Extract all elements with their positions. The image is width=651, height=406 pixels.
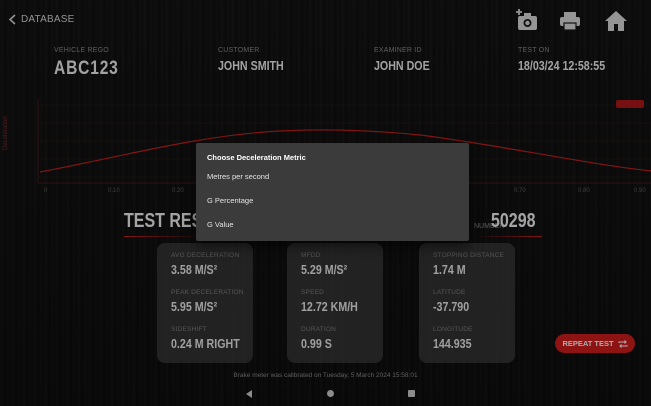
choose-metric-dialog: Choose Deceleration Metric Metres per se…: [196, 143, 469, 241]
option-g-percentage[interactable]: G Percentage: [207, 196, 469, 220]
dialog-title: Choose Deceleration Metric: [207, 153, 306, 162]
option-g-value[interactable]: G Value: [207, 220, 469, 244]
option-metres-per-second[interactable]: Metres per second: [207, 172, 469, 196]
